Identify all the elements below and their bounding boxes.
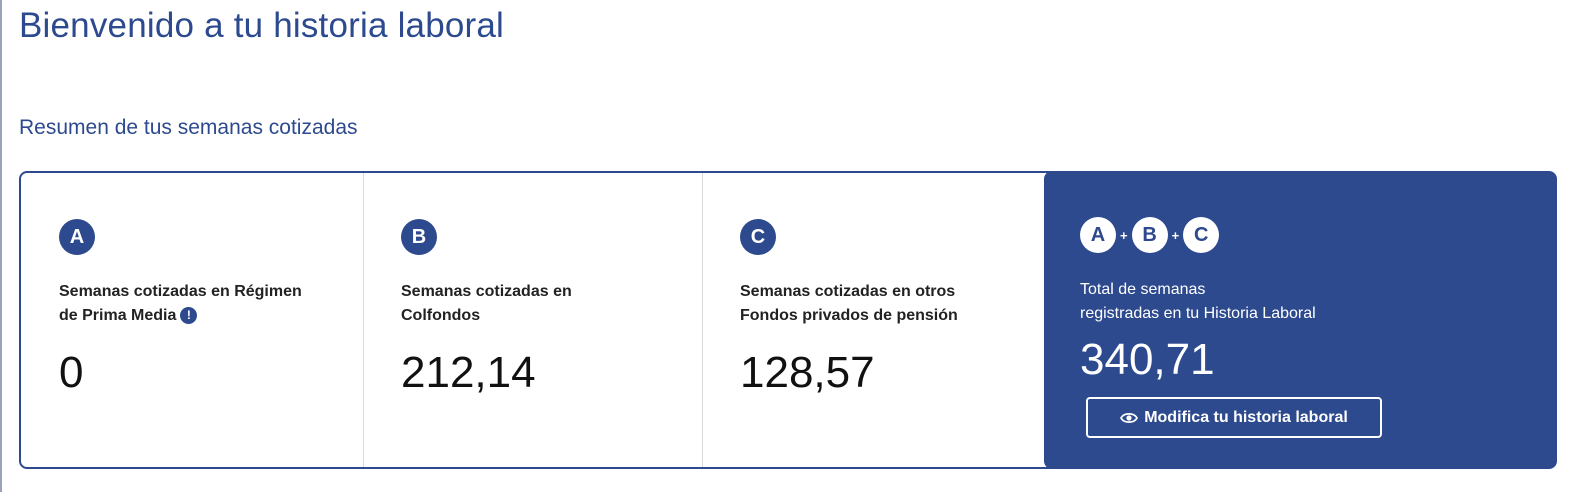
column-b-label-line2: Colfondos	[401, 307, 481, 324]
column-c-label-line1: Semanas cotizadas en otros	[740, 283, 956, 300]
summary-total-panel: A + B + C Total de semanas registradas e…	[1044, 171, 1557, 469]
page: Bienvenido a tu historia laboral Resumen…	[0, 0, 1583, 492]
column-a-label-line2: de Prima Media	[59, 307, 177, 324]
left-border	[0, 0, 2, 492]
total-label-line2: registradas en tu Historia Laboral	[1080, 305, 1316, 322]
column-b-label: Semanas cotizadas en Colfondos	[401, 280, 572, 328]
formula-plus: +	[1171, 227, 1180, 243]
formula-plus: +	[1120, 227, 1128, 243]
column-c-label: Semanas cotizadas en otros Fondos privad…	[740, 280, 958, 328]
column-a-label-line1: Semanas cotizadas en Régimen	[59, 283, 302, 300]
weeks-summary-card: A Semanas cotizadas en Régimen de Prima …	[19, 171, 1557, 469]
summary-column-b: B Semanas cotizadas en Colfondos 212,14	[363, 173, 703, 467]
column-a-value: 0	[59, 348, 84, 397]
section-title: Resumen de tus semanas cotizadas	[19, 116, 358, 139]
total-label-line1: Total de semanas	[1080, 281, 1206, 298]
letter-badge-b: B	[401, 219, 437, 255]
summary-column-c: C Semanas cotizadas en otros Fondos priv…	[702, 173, 1043, 467]
page-title: Bienvenido a tu historia laboral	[19, 6, 505, 45]
column-b-value: 212,14	[401, 348, 536, 397]
formula-badge-a: A	[1080, 217, 1116, 253]
total-value: 340,71	[1080, 335, 1215, 384]
modify-history-button-label: Modifica tu historia laboral	[1144, 408, 1348, 426]
exclamation-info-icon[interactable]: !	[180, 307, 198, 324]
eye-icon	[1120, 411, 1139, 425]
letter-badge-a: A	[59, 219, 95, 255]
column-c-label-line2: Fondos privados de pensión	[740, 307, 958, 324]
column-c-value: 128,57	[740, 348, 875, 397]
formula-badge-b: B	[1131, 217, 1168, 253]
total-label: Total de semanas registradas en tu Histo…	[1080, 278, 1316, 326]
modify-history-button[interactable]: Modifica tu historia laboral	[1086, 397, 1382, 438]
summary-column-a: A Semanas cotizadas en Régimen de Prima …	[21, 173, 364, 467]
column-b-label-line1: Semanas cotizadas en	[401, 283, 572, 300]
column-a-label: Semanas cotizadas en Régimen de Prima Me…	[59, 280, 302, 328]
letter-badge-c: C	[740, 219, 776, 255]
total-formula: A + B + C	[1080, 217, 1220, 253]
formula-badge-c: C	[1183, 217, 1220, 253]
